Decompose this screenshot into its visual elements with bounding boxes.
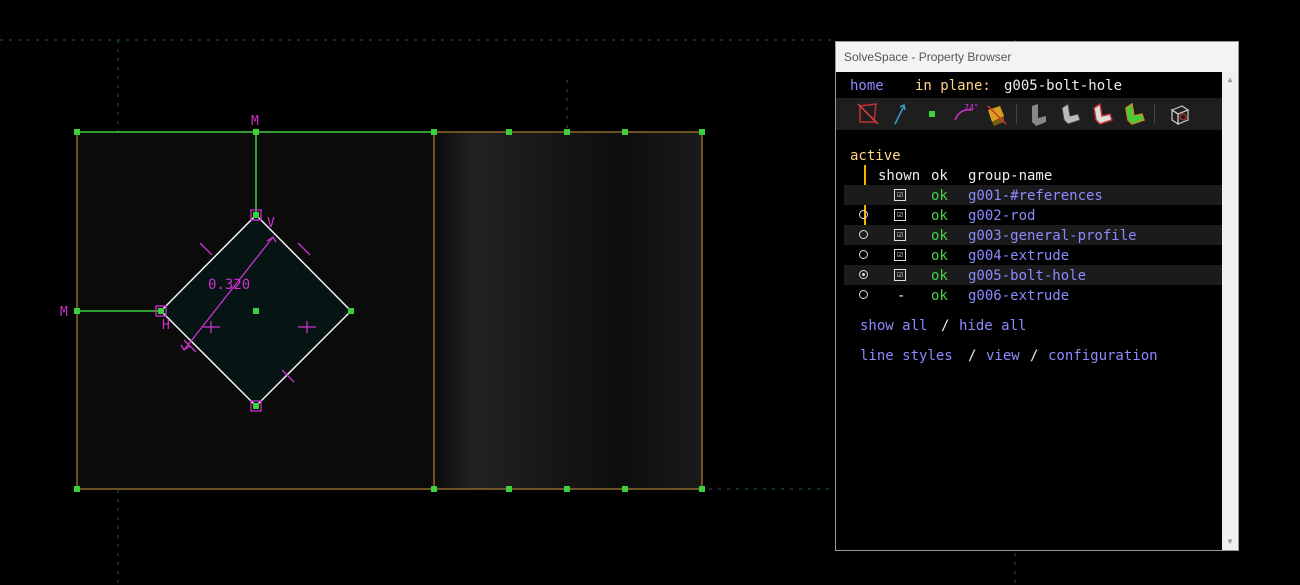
group-link[interactable]: g003-general-profile xyxy=(968,227,1137,245)
active-radio-selected[interactable] xyxy=(859,270,868,279)
show-all-link[interactable]: show all xyxy=(860,317,927,335)
shown-checkbox[interactable]: ☑ xyxy=(894,229,906,241)
revolve-icon[interactable] xyxy=(1088,100,1116,128)
dimension-label[interactable]: 0.320 xyxy=(208,277,250,293)
lathe-icon[interactable] xyxy=(1120,100,1148,128)
link-separator: / xyxy=(941,318,950,334)
group-name-header: group-name xyxy=(968,168,1053,184)
group-toolbar: 74° xyxy=(836,98,1226,130)
property-browser-content: home in plane: g005-bolt-hole 74° active… xyxy=(836,72,1226,550)
view-link[interactable]: view xyxy=(986,347,1020,365)
group-link[interactable]: g006-extrude xyxy=(968,287,1069,305)
line-icon[interactable] xyxy=(886,100,914,128)
line-styles-link[interactable]: line styles xyxy=(860,347,953,365)
toolbar-separator xyxy=(1154,104,1155,124)
shown-checkbox[interactable]: ☑ xyxy=(894,189,906,201)
group-ok-status: ok xyxy=(931,228,948,244)
active-radio[interactable] xyxy=(859,250,868,259)
shown-checkbox[interactable]: ☑ xyxy=(894,209,906,221)
point-icon[interactable] xyxy=(918,100,946,128)
toolbar-separator xyxy=(1016,104,1017,124)
scroll-down-arrow-icon[interactable]: ▼ xyxy=(1222,534,1238,550)
group-link[interactable]: g005-bolt-hole xyxy=(968,267,1086,285)
ok-header: ok xyxy=(931,168,948,184)
property-browser-window: SolveSpace - Property Browser home in pl… xyxy=(835,41,1239,551)
marker-m-top: M xyxy=(251,114,259,129)
shown-checkbox[interactable]: ☑ xyxy=(894,249,906,261)
sketch-in-plane-icon[interactable] xyxy=(854,100,882,128)
workplane-icon[interactable] xyxy=(1166,100,1194,128)
group-link[interactable]: g001-#references xyxy=(968,187,1103,205)
extrude-face-right[interactable] xyxy=(434,132,702,489)
group-ok-status: ok xyxy=(931,188,948,204)
svg-text:74°: 74° xyxy=(964,103,978,112)
shown-checkbox[interactable]: ☑ xyxy=(894,269,906,281)
active-radio[interactable] xyxy=(859,290,868,299)
group-ok-status: ok xyxy=(931,208,948,224)
marker-h: H xyxy=(162,318,170,333)
scroll-up-arrow-icon[interactable]: ▲ xyxy=(1222,72,1238,88)
link-separator: / xyxy=(968,348,977,364)
active-radio[interactable] xyxy=(859,210,868,219)
link-separator: / xyxy=(1030,348,1039,364)
group-ok-status: ok xyxy=(931,288,948,304)
shown-header: shown xyxy=(878,168,921,184)
group-ok-status: ok xyxy=(931,268,948,284)
configuration-link[interactable]: configuration xyxy=(1048,347,1158,365)
step-linear-icon[interactable] xyxy=(1024,100,1052,128)
group-link[interactable]: g002-rod xyxy=(968,207,1035,225)
hide-all-link[interactable]: hide all xyxy=(959,317,1026,335)
marker-m-left: M xyxy=(60,305,68,320)
home-link[interactable]: home xyxy=(850,77,884,95)
group-link[interactable]: g004-extrude xyxy=(968,247,1069,265)
active-header: active xyxy=(850,148,901,164)
marker-v: V xyxy=(267,216,275,231)
window-title[interactable]: SolveSpace - Property Browser xyxy=(836,42,1238,72)
angle-icon[interactable]: 74° xyxy=(950,100,978,128)
in-plane-value: g005-bolt-hole xyxy=(1004,78,1123,94)
step-rotate-icon[interactable] xyxy=(1056,100,1084,128)
shown-dash: - xyxy=(897,288,906,304)
in-plane-label: in plane: xyxy=(915,78,991,94)
extrude-icon[interactable] xyxy=(982,100,1010,128)
active-radio[interactable] xyxy=(859,230,868,239)
scrollbar[interactable]: ▲ ▼ xyxy=(1222,72,1238,550)
group-ok-status: ok xyxy=(931,248,948,264)
